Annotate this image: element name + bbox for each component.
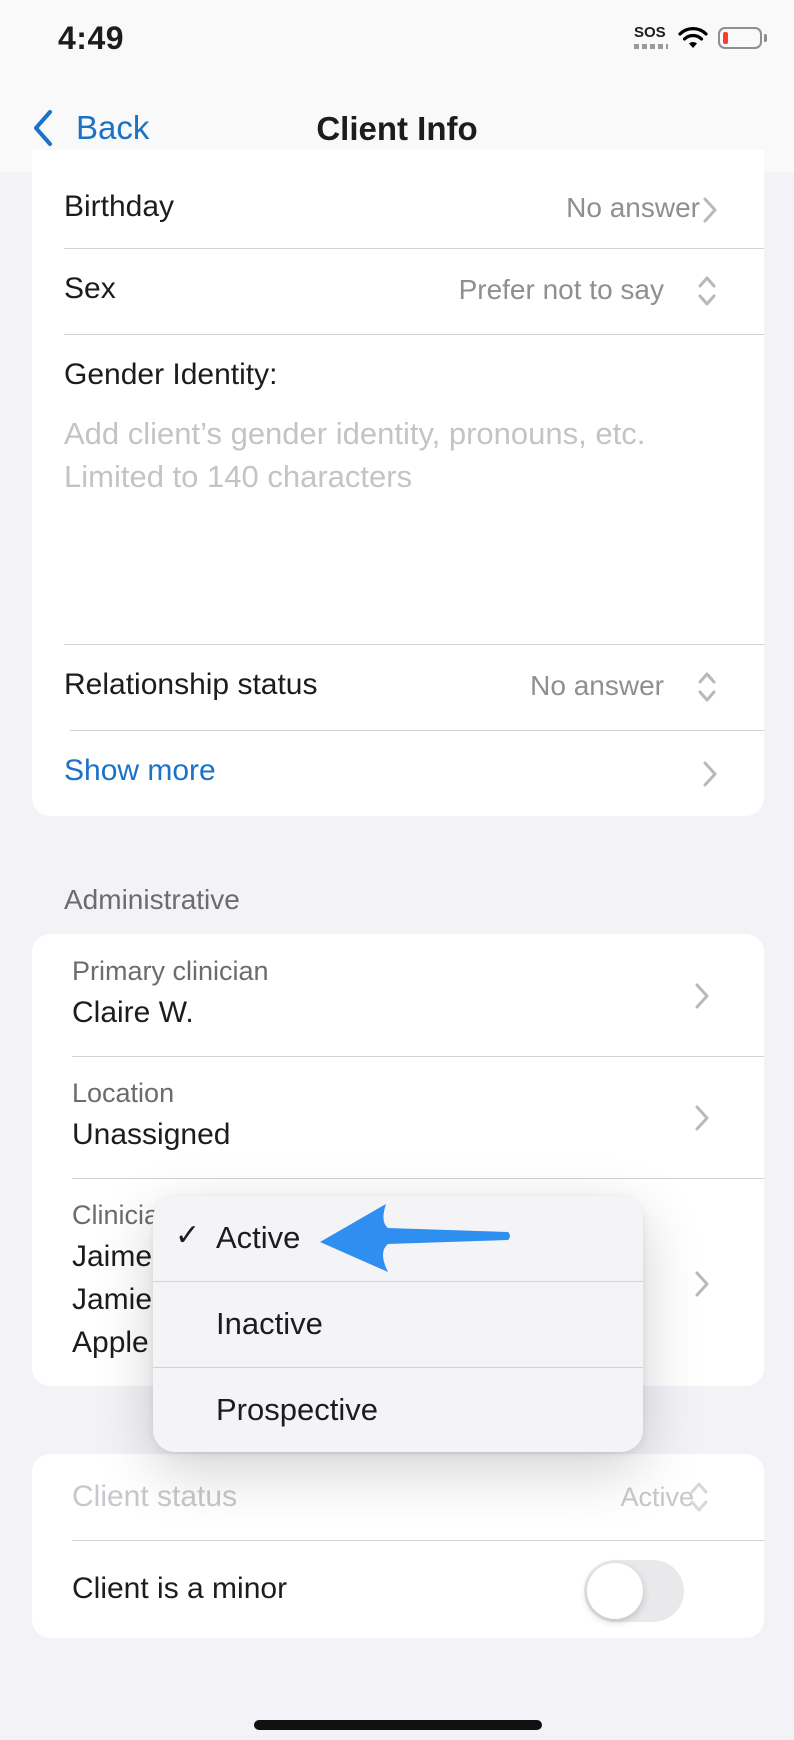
checkmark-icon: ✓ xyxy=(175,1219,201,1252)
location-row[interactable]: Location Unassigned xyxy=(32,1056,764,1178)
menu-item-prospective[interactable]: Prospective xyxy=(153,1368,643,1452)
client-status-value: Active xyxy=(620,1482,694,1512)
toggle-knob xyxy=(587,1563,643,1619)
clinician-name: Jaime xyxy=(72,1240,153,1273)
menu-item-label: Inactive xyxy=(216,1306,323,1341)
chevron-right-icon xyxy=(695,1105,709,1131)
personal-info-card: Birthday No answer Sex Prefer not to say… xyxy=(32,150,764,816)
sex-value: Prefer not to say xyxy=(458,274,664,305)
chevron-up-down-icon xyxy=(698,276,716,306)
status-bar: 4:49 SOS xyxy=(0,0,794,80)
home-indicator xyxy=(254,1720,542,1730)
birthday-label: Birthday xyxy=(64,190,175,223)
battery-cap xyxy=(764,34,767,42)
birthday-value: No answer xyxy=(566,192,700,223)
menu-item-inactive[interactable]: Inactive xyxy=(153,1282,643,1367)
annotation-arrow-icon xyxy=(320,1204,510,1272)
chevron-right-icon xyxy=(695,1271,709,1297)
show-more-row[interactable]: Show more xyxy=(32,730,764,816)
menu-item-label: Prospective xyxy=(216,1392,378,1427)
show-more-link[interactable]: Show more xyxy=(64,754,216,788)
client-minor-label: Client is a minor xyxy=(72,1572,288,1605)
sos-indicator: SOS xyxy=(634,24,666,41)
signal-dots-icon xyxy=(634,44,668,49)
sex-label: Sex xyxy=(64,272,116,305)
client-status-row[interactable]: Client status Active xyxy=(32,1454,764,1540)
client-status-label: Client status xyxy=(72,1480,238,1513)
gender-identity-label: Gender Identity: xyxy=(64,358,278,391)
relationship-status-value: No answer xyxy=(530,670,664,701)
client-minor-toggle[interactable] xyxy=(584,1560,684,1622)
placeholder-line: Add client’s gender identity, pronouns, … xyxy=(64,416,646,451)
chevron-right-icon xyxy=(695,983,709,1009)
chevron-up-down-icon xyxy=(690,1482,708,1512)
clinicians-label: Clinicia xyxy=(72,1200,160,1230)
battery-icon xyxy=(718,27,762,49)
location-label: Location xyxy=(72,1078,175,1108)
section-header-administrative: Administrative xyxy=(64,884,240,915)
relationship-status-label: Relationship status xyxy=(64,668,318,701)
chevron-right-icon xyxy=(703,761,717,787)
chevron-up-down-icon xyxy=(698,672,716,702)
primary-clinician-label: Primary clinician xyxy=(72,956,269,986)
relationship-status-row[interactable]: Relationship status No answer xyxy=(32,644,764,730)
placeholder-line: Limited to 140 characters xyxy=(64,459,413,494)
sex-row[interactable]: Sex Prefer not to say xyxy=(32,248,764,334)
status-time: 4:49 xyxy=(58,20,125,56)
birthday-row[interactable]: Birthday No answer xyxy=(32,172,764,248)
gender-identity-placeholder: Add client’s gender identity, pronouns, … xyxy=(64,412,724,498)
location-value: Unassigned xyxy=(72,1118,231,1151)
wifi-icon xyxy=(678,27,708,48)
chevron-right-icon xyxy=(703,197,717,223)
primary-clinician-row[interactable]: Primary clinician Claire W. xyxy=(32,934,764,1056)
clinician-name: Jamie xyxy=(72,1283,153,1316)
menu-item-label: Active xyxy=(216,1220,301,1255)
gender-identity-field[interactable]: Gender Identity: Add client’s gender ide… xyxy=(32,334,764,614)
clinician-name: Apple xyxy=(72,1326,149,1359)
primary-clinician-value: Claire W. xyxy=(72,996,194,1029)
page-title: Client Info xyxy=(316,110,478,147)
